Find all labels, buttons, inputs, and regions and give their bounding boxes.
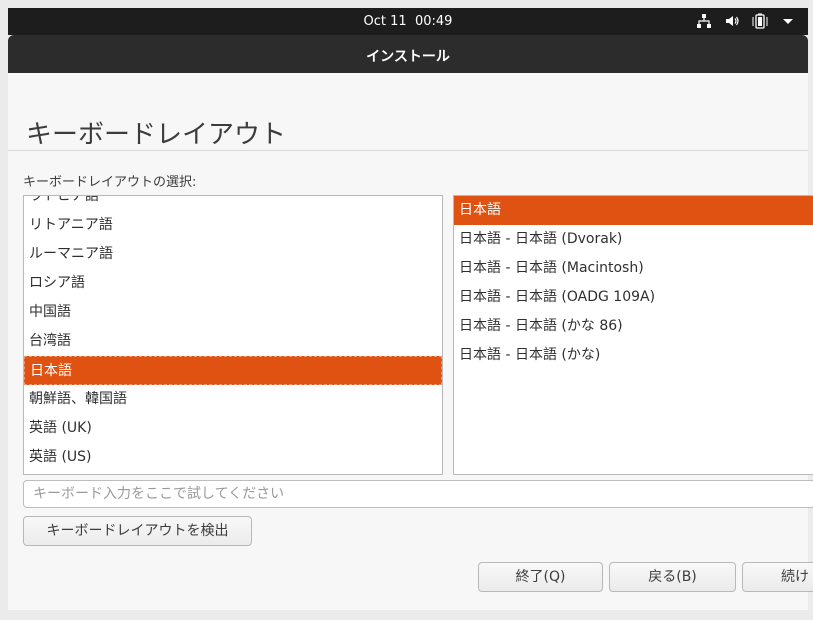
keyboard-test-input[interactable]: キーボード入力をここで試してください <box>23 480 813 508</box>
clock[interactable]: Oct 11 00:49 <box>8 14 808 29</box>
system-tray[interactable] <box>696 13 796 29</box>
clock-date: Oct 11 <box>363 14 407 29</box>
installer-window: キーボードレイアウト キーボードレイアウトの選択: ラトビア語 リトアニア語 ルーマ… <box>8 73 813 610</box>
layout-item[interactable]: 台湾語 <box>24 327 442 356</box>
top-panel: Oct 11 00:49 <box>8 8 808 35</box>
clock-time: 00:49 <box>414 14 453 29</box>
layout-item[interactable]: 英語 (UK) <box>24 414 442 443</box>
back-button[interactable]: 戻る(B) <box>609 562 736 592</box>
layout-item[interactable]: ルーマニア語 <box>24 240 442 269</box>
layout-item[interactable]: 朝鮮語、韓国語 <box>24 385 442 414</box>
layout-list[interactable]: ラトビア語 リトアニア語 ルーマニア語 ロシア語 中国語 台湾語 日本語 朝鮮語、韓国語 英語 … <box>23 195 443 475</box>
continue-button[interactable]: 続け <box>742 562 813 592</box>
variant-item[interactable]: 日本語 - 日本語 (かな) <box>454 341 813 370</box>
divider <box>8 150 808 151</box>
variant-item[interactable]: 日本語 - 日本語 (Macintosh) <box>454 254 813 283</box>
detect-layout-button[interactable]: キーボードレイアウトを検出 <box>23 516 252 546</box>
variant-item[interactable]: 日本語 - 日本語 (Dvorak) <box>454 225 813 254</box>
layout-item[interactable]: リトアニア語 <box>24 211 442 240</box>
volume-icon[interactable] <box>724 13 740 29</box>
variant-item[interactable]: 日本語 - 日本語 (かな 86) <box>454 312 813 341</box>
quit-button[interactable]: 終了(Q) <box>478 562 603 592</box>
window-title: インストール <box>366 49 450 65</box>
network-icon[interactable] <box>696 13 712 29</box>
window-titlebar[interactable]: インストール <box>8 35 808 73</box>
page-title: キーボードレイアウト <box>26 120 287 151</box>
battery-icon[interactable] <box>752 13 768 29</box>
layout-item[interactable]: ラトビア語 <box>24 196 442 211</box>
variant-item[interactable]: 日本語 <box>454 196 813 225</box>
variant-list[interactable]: 日本語 日本語 - 日本語 (Dvorak) 日本語 - 日本語 (Macintos… <box>453 195 813 475</box>
layout-item[interactable]: 中国語 <box>24 298 442 327</box>
variant-item[interactable]: 日本語 - 日本語 (OADG 109A) <box>454 283 813 312</box>
menu-arrow-icon[interactable] <box>780 13 796 29</box>
layout-list-label: キーボードレイアウトの選択: <box>23 175 197 190</box>
layout-item[interactable]: ロシア語 <box>24 269 442 298</box>
layout-item[interactable]: 英語 (US) <box>24 443 442 472</box>
layout-item[interactable]: 日本語 <box>24 356 442 385</box>
